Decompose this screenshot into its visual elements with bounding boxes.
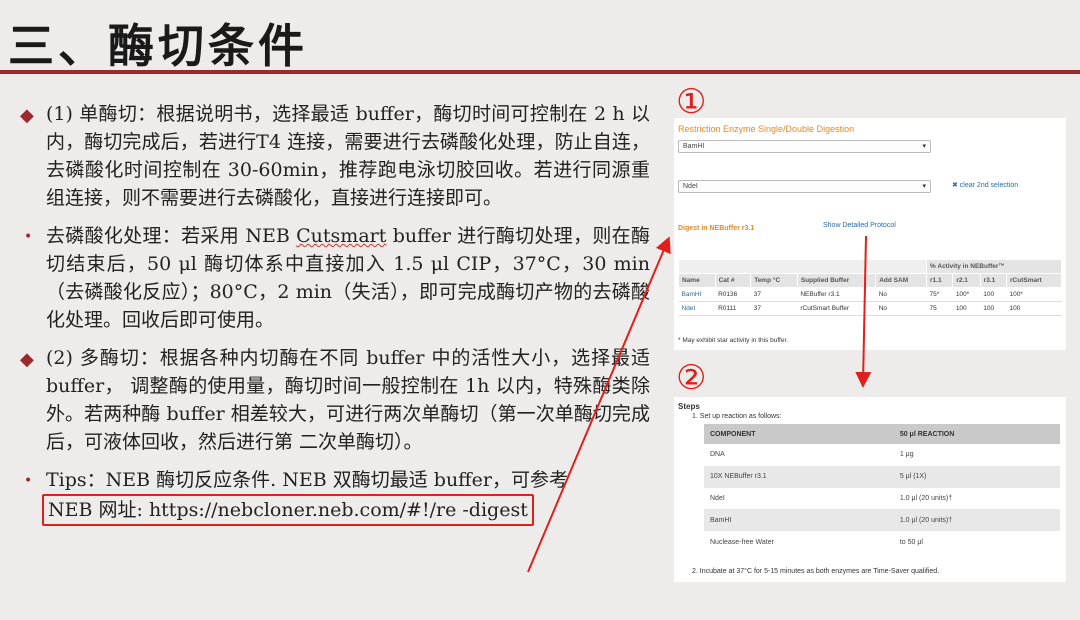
arrow-to-panel-icon xyxy=(527,236,671,573)
annotation-arrows xyxy=(527,235,872,573)
arrow-to-steps-icon xyxy=(855,235,872,388)
